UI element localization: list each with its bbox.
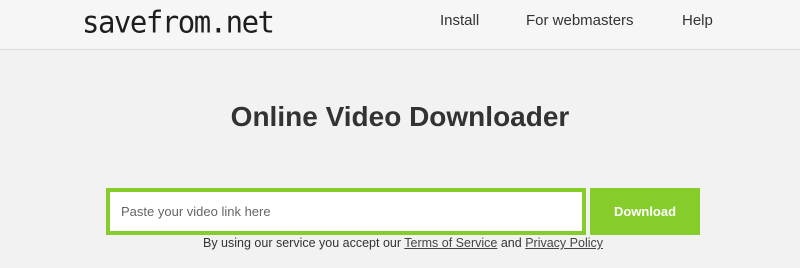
site-logo[interactable]: savefrom.net [82, 5, 275, 39]
nav-webmasters-link[interactable]: For webmasters [526, 12, 634, 30]
terms-notice: By using our service you accept our Term… [0, 235, 800, 251]
download-button[interactable]: Download [590, 188, 700, 235]
terms-prefix: By using our service you accept our [203, 236, 402, 250]
page-title: Online Video Downloader [230, 101, 570, 132]
nav-help-link[interactable]: Help [682, 12, 713, 30]
terms-of-service-link[interactable]: Terms of Service [404, 236, 497, 250]
site-header: savefrom.net Install For webmasters Help [0, 0, 800, 50]
search-box [106, 188, 586, 235]
privacy-policy-link[interactable]: Privacy Policy [525, 236, 603, 250]
video-link-input[interactable] [110, 192, 582, 231]
nav-install-link[interactable]: Install [440, 12, 479, 30]
terms-conjunction: and [500, 236, 522, 250]
